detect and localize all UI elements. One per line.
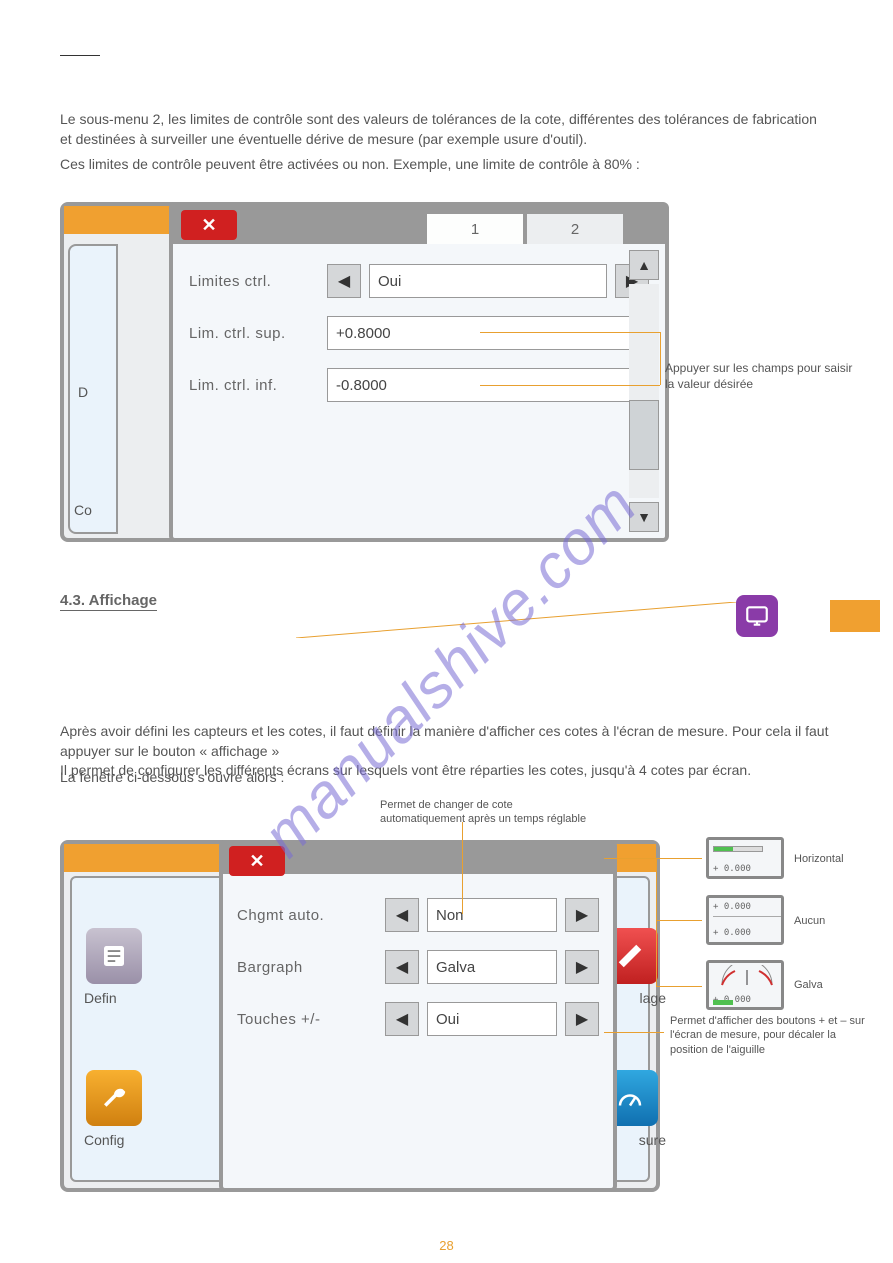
screenshot-modal-display: Defin lage Config sure ✕ Chgmt aut	[60, 840, 660, 1192]
paragraph-2: Ces limites de contrôle peuvent être act…	[60, 155, 830, 175]
bargraph-value[interactable]: Galva	[427, 950, 557, 984]
scroll-thumb[interactable]	[629, 400, 659, 470]
touches-value[interactable]: Oui	[427, 1002, 557, 1036]
prev-button[interactable]: ◀	[327, 264, 361, 298]
close-icon: ✕	[249, 851, 264, 872]
preview-horizontal: + 0.000	[706, 837, 784, 879]
prev-button[interactable]: ◀	[385, 1002, 419, 1036]
callout-line	[480, 385, 660, 386]
bg-label-lage: lage	[640, 990, 666, 1006]
wrench-icon	[86, 1070, 142, 1126]
bar-icon	[713, 846, 763, 852]
bg-label-sure: sure	[639, 1132, 666, 1148]
modal-tabbar: ✕ 1 2	[173, 206, 665, 244]
callout-line	[656, 858, 657, 986]
callout-bar-horizontal: Horizontal	[794, 852, 844, 866]
triangle-left-icon: ◀	[338, 271, 350, 291]
triangle-right-icon: ▶	[576, 905, 588, 925]
callout-line	[604, 1032, 664, 1033]
next-button[interactable]: ▶	[565, 898, 599, 932]
preview-galva: + 0.000	[706, 960, 784, 1010]
limits-modal: ✕ 1 2 Limites ctrl. ◀ Oui ▶ Lim. ctrl. s…	[169, 202, 669, 542]
paragraph-affichage-2: La fenêtre ci-dessous s'ouvre alors :	[60, 768, 830, 788]
triangle-right-icon: ▶	[576, 957, 588, 977]
triangle-left-icon: ◀	[396, 905, 408, 925]
lim-sup-label: Lim. ctrl. sup.	[189, 325, 319, 342]
close-button[interactable]: ✕	[229, 846, 285, 876]
list-icon	[99, 941, 129, 971]
callout-connector	[296, 602, 736, 638]
triangle-up-icon: ▲	[637, 257, 651, 273]
callout-bar-none: Aucun	[794, 914, 825, 928]
scrollbar: ▲ ▼	[629, 250, 659, 532]
callout-touches: Permet d'afficher des boutons + et – sur…	[670, 1014, 870, 1057]
preview-none: + 0.000 + 0.000	[706, 895, 784, 945]
definition-icon	[86, 928, 142, 984]
display-icon	[736, 595, 778, 637]
chgmt-auto-label: Chgmt auto.	[237, 907, 377, 924]
triangle-down-icon: ▼	[637, 509, 651, 525]
callout-line	[656, 920, 702, 921]
page-number: 28	[0, 1238, 893, 1253]
limits-ctrl-value[interactable]: Oui	[369, 264, 607, 298]
scroll-down-button[interactable]: ▼	[629, 502, 659, 532]
callout-line	[462, 822, 463, 914]
callout-chgmt-auto: Permet de changer de cote automatiquemen…	[380, 798, 590, 827]
display-modal: ✕ Chgmt auto. ◀ Non ▶ Bargraph ◀ Galva ▶…	[219, 840, 617, 1192]
next-button[interactable]: ▶	[565, 950, 599, 984]
callout-line	[656, 986, 702, 987]
background-panel-cut	[68, 244, 118, 534]
limits-ctrl-label: Limites ctrl.	[189, 273, 319, 290]
triangle-left-icon: ◀	[396, 957, 408, 977]
orange-marker	[830, 600, 880, 632]
bg-label-d: D	[78, 384, 88, 400]
tab-1[interactable]: 1	[425, 212, 525, 244]
touches-label: Touches +/-	[237, 1011, 377, 1028]
bg-label-defin: Defin	[84, 990, 117, 1006]
callout-line	[604, 858, 656, 859]
scroll-up-button[interactable]: ▲	[629, 250, 659, 280]
prev-button[interactable]: ◀	[385, 950, 419, 984]
preview-value: + 0.000	[713, 902, 751, 912]
paragraph-1: Le sous-menu 2, les limites de contrôle …	[60, 110, 830, 149]
bg-label-config: Config	[84, 1132, 124, 1148]
monitor-icon	[744, 603, 770, 629]
gauge-icon	[717, 965, 777, 987]
prev-button[interactable]: ◀	[385, 898, 419, 932]
next-button[interactable]: ▶	[565, 1002, 599, 1036]
heading-affichage: 4.3. Affichage	[60, 592, 157, 611]
callout-line	[656, 858, 702, 859]
triangle-right-icon: ▶	[576, 1009, 588, 1029]
screenshot-modal-limits: D Co ✕ 1 2 Limites ctrl. ◀ Oui ▶	[60, 202, 640, 542]
callout-text-fields: Appuyer sur les champs pour saisir la va…	[665, 360, 865, 392]
preview-value: + 0.000	[713, 864, 751, 874]
callout-line	[660, 332, 661, 385]
bg-label-co: Co	[74, 502, 92, 518]
callout-line	[480, 332, 660, 333]
close-button[interactable]: ✕	[181, 210, 237, 240]
tab-2[interactable]: 2	[525, 212, 625, 244]
close-icon: ✕	[201, 215, 216, 236]
bargraph-label: Bargraph	[237, 959, 377, 976]
chgmt-auto-value[interactable]: Non	[427, 898, 557, 932]
triangle-left-icon: ◀	[396, 1009, 408, 1029]
paragraph-affichage-1a: Après avoir défini les capteurs et les c…	[60, 723, 828, 759]
callout-bar-galva: Galva	[794, 978, 823, 992]
lim-sup-value[interactable]: +0.8000	[327, 316, 649, 350]
preview-value: + 0.000	[713, 928, 751, 938]
heading-underline	[60, 55, 100, 56]
lim-inf-label: Lim. ctrl. inf.	[189, 377, 319, 394]
